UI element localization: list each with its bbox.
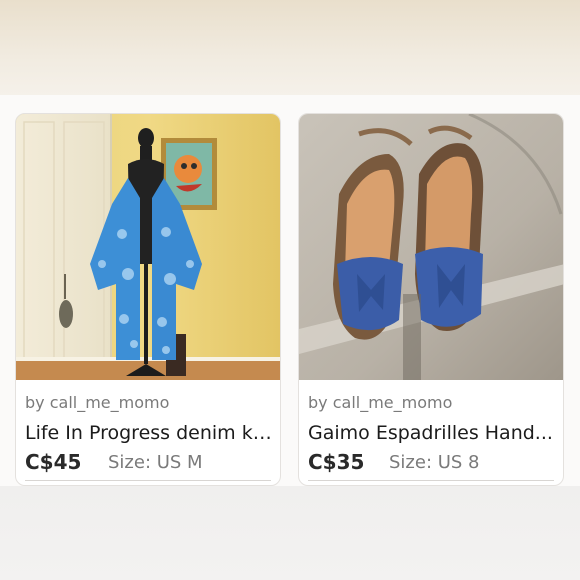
listing-photo-espadrilles[interactable] <box>299 114 563 380</box>
listing-title[interactable]: Gaimo Espadrilles Hand... <box>308 422 556 444</box>
listings-panel: by call_me_momo Life In Progress denim k… <box>0 95 580 486</box>
listing-price: C$35 <box>308 450 365 474</box>
listing-card-kimono[interactable]: by call_me_momo Life In Progress denim k… <box>15 113 281 486</box>
listing-size: Size: US M <box>108 452 203 473</box>
top-background <box>0 0 580 95</box>
seller-name[interactable]: by call_me_momo <box>25 393 169 412</box>
listing-photo-kimono[interactable] <box>16 114 280 380</box>
listing-size: Size: US 8 <box>389 452 480 473</box>
listing-price: C$45 <box>25 450 82 474</box>
bottom-background <box>0 486 580 580</box>
card-divider <box>308 480 554 481</box>
listing-title[interactable]: Life In Progress denim ki... <box>25 422 273 444</box>
kimono-photo-graphic <box>16 114 280 380</box>
listing-card-espadrilles[interactable]: by call_me_momo Gaimo Espadrilles Hand..… <box>298 113 564 486</box>
espadrilles-photo-graphic <box>299 114 563 380</box>
card-divider <box>25 480 271 481</box>
seller-name[interactable]: by call_me_momo <box>308 393 452 412</box>
